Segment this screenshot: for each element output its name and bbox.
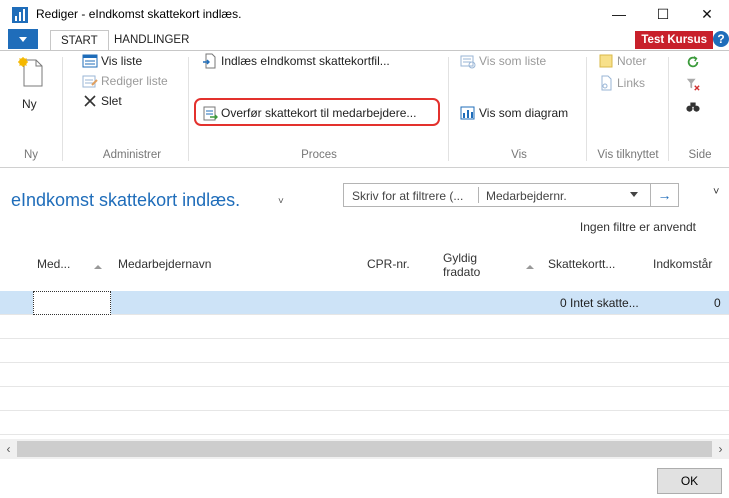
scroll-right-icon[interactable]: › <box>712 440 729 458</box>
application-menu-button[interactable] <box>8 29 38 49</box>
tab-actions[interactable]: HANDLINGER <box>104 30 199 50</box>
group-separator <box>586 57 587 161</box>
help-icon[interactable]: ? <box>713 31 729 47</box>
group-label-manage: Administrer <box>102 149 162 161</box>
close-button[interactable]: ✕ <box>685 0 729 28</box>
column-header-income-year[interactable]: Indkomstår <box>653 257 712 271</box>
sort-icon <box>526 265 534 269</box>
sort-icon <box>94 265 102 269</box>
ribbon-tabs: START HANDLINGER Test Kursus ? <box>0 28 729 51</box>
find-icon[interactable] <box>686 99 700 113</box>
window-title: Rediger - eIndkomst skattekort indlæs. <box>36 7 242 21</box>
table-row <box>0 363 729 387</box>
delete-label: Slet <box>101 94 122 108</box>
view-list-label: Vis liste <box>101 54 143 68</box>
group-label-process: Proces <box>301 149 337 161</box>
ok-button[interactable]: OK <box>657 468 722 494</box>
import-tax-card-file-label: Indlæs eIndkomst skattekortfil... <box>221 54 390 68</box>
highlight-annotation <box>194 98 440 126</box>
filter-input[interactable]: Skriv for at filtrere (... <box>352 189 463 203</box>
notes-button[interactable]: Noter <box>598 53 646 69</box>
focused-cell[interactable] <box>33 291 111 315</box>
chart-icon <box>460 106 475 120</box>
edit-list-label: Rediger liste <box>101 74 168 88</box>
new-button[interactable]: Ny <box>14 57 46 121</box>
list-icon <box>82 54 98 68</box>
notes-icon <box>599 54 613 68</box>
column-header-employee-name[interactable]: Medarbejdernavn <box>118 257 211 271</box>
new-button-label: Ny <box>22 97 37 111</box>
page-title-chevron-icon[interactable]: ˅ <box>278 196 284 207</box>
column-header-tax-card-type[interactable]: Skattekortt... <box>548 257 615 271</box>
table-row <box>0 315 729 339</box>
table-row <box>0 411 729 435</box>
view-list-icon <box>460 55 476 69</box>
arrow-right-icon[interactable]: → <box>650 183 678 207</box>
view-as-chart-button[interactable]: Vis som diagram <box>460 105 568 121</box>
no-filters-text: Ingen filtre er anvendt <box>579 220 696 234</box>
table-row <box>0 387 729 411</box>
view-as-list-button[interactable]: Vis som liste <box>460 53 546 69</box>
new-document-icon <box>18 57 43 87</box>
group-separator <box>188 57 189 161</box>
group-label-page: Side <box>688 149 712 161</box>
page-title: eIndkomst skattekort indlæs. <box>11 190 241 210</box>
table-row <box>0 339 729 363</box>
filter-box[interactable]: Skriv for at filtrere (... Medarbejdernr… <box>343 183 679 207</box>
import-tax-card-file-button[interactable]: Indlæs eIndkomst skattekortfil... <box>202 53 390 69</box>
filter-field-select[interactable]: Medarbejdernr. <box>486 189 567 203</box>
edit-list-icon <box>82 75 98 88</box>
group-separator <box>448 57 449 161</box>
title-bar: Rediger - eIndkomst skattekort indlæs. —… <box>0 0 729 28</box>
maximize-button[interactable]: ☐ <box>641 0 685 28</box>
view-as-chart-label: Vis som diagram <box>479 106 569 120</box>
tab-start[interactable]: START <box>50 30 109 51</box>
group-separator <box>668 57 669 161</box>
scroll-left-icon[interactable]: ‹ <box>0 440 17 458</box>
clear-filter-icon[interactable] <box>686 77 700 91</box>
group-separator <box>62 57 63 161</box>
delete-icon <box>84 95 96 107</box>
links-button[interactable]: Links <box>598 75 645 91</box>
links-icon <box>601 75 612 91</box>
scrollbar-thumb[interactable] <box>17 441 712 457</box>
cell-income-year: 0 <box>714 296 721 310</box>
column-header-cpr[interactable]: CPR-nr. <box>367 257 410 271</box>
links-label: Links <box>617 76 646 90</box>
group-label-new: Ny <box>23 149 39 161</box>
chevron-down-icon[interactable] <box>630 192 638 197</box>
view-list-button[interactable]: Vis liste <box>82 53 142 69</box>
column-header-employee-no[interactable]: Med... <box>37 257 70 271</box>
refresh-icon[interactable] <box>686 55 700 69</box>
edit-list-button[interactable]: Rediger liste <box>82 73 168 89</box>
group-label-show-attached: Vis tilknyttet <box>597 149 659 161</box>
group-label-view: Vis <box>511 149 527 161</box>
notes-label: Noter <box>617 54 647 68</box>
column-header-valid-from[interactable]: Gyldig <box>443 251 477 265</box>
column-header-valid-from-line2: fradato <box>443 265 481 279</box>
dropdown-arrow-icon <box>19 36 27 42</box>
delete-button[interactable]: Slet <box>82 93 122 109</box>
company-badge: Test Kursus <box>635 31 713 49</box>
app-icon <box>12 7 28 23</box>
view-as-list-label: Vis som liste <box>479 54 547 68</box>
import-file-icon <box>203 53 216 69</box>
cell-tax-card-type: 0 Intet skatte... <box>560 296 639 310</box>
collapse-chevron-icon[interactable]: ˅ <box>713 186 719 198</box>
filter-separator <box>478 187 479 203</box>
minimize-button[interactable]: — <box>597 0 641 28</box>
